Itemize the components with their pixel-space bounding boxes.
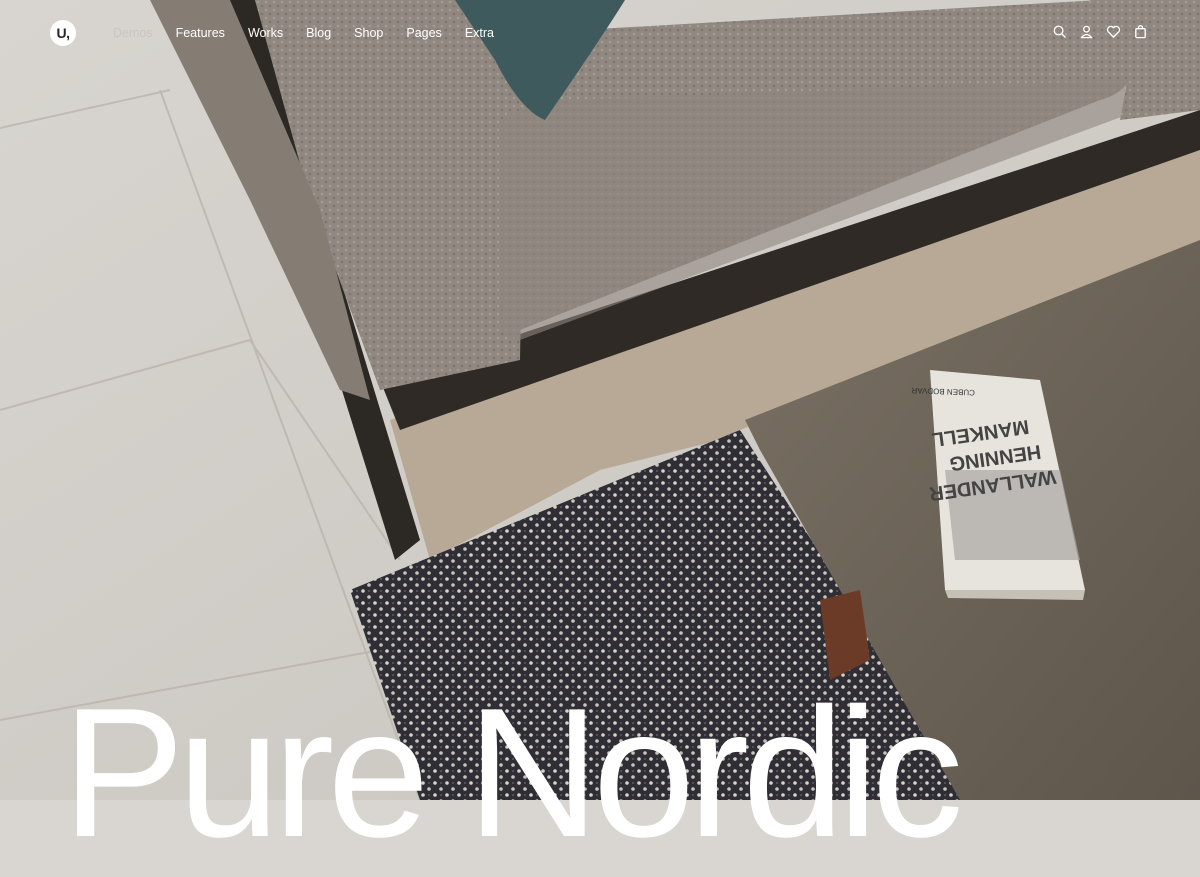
nav-item-features[interactable]: Features (176, 23, 225, 43)
hero-headline: Pure Nordic (62, 669, 963, 876)
header-actions (1052, 24, 1148, 39)
main-nav: Demos Features Works Blog Shop Pages Ext… (113, 23, 517, 43)
brand-logo[interactable]: U, (50, 20, 76, 46)
shopping-bag-icon[interactable] (1133, 24, 1148, 39)
heart-icon[interactable] (1106, 24, 1121, 39)
nav-item-works[interactable]: Works (248, 23, 283, 43)
user-icon[interactable] (1079, 24, 1094, 39)
nav-item-pages[interactable]: Pages (406, 23, 441, 43)
nav-item-blog[interactable]: Blog (306, 23, 331, 43)
brand-logo-text: U, (56, 25, 71, 41)
nav-item-shop[interactable]: Shop (354, 23, 383, 43)
nav-item-demos[interactable]: Demos (113, 23, 153, 43)
search-icon[interactable] (1052, 24, 1067, 39)
site-header: U, Demos Features Works Blog Shop Pages … (0, 0, 1200, 64)
nav-item-extra[interactable]: Extra (465, 23, 494, 43)
